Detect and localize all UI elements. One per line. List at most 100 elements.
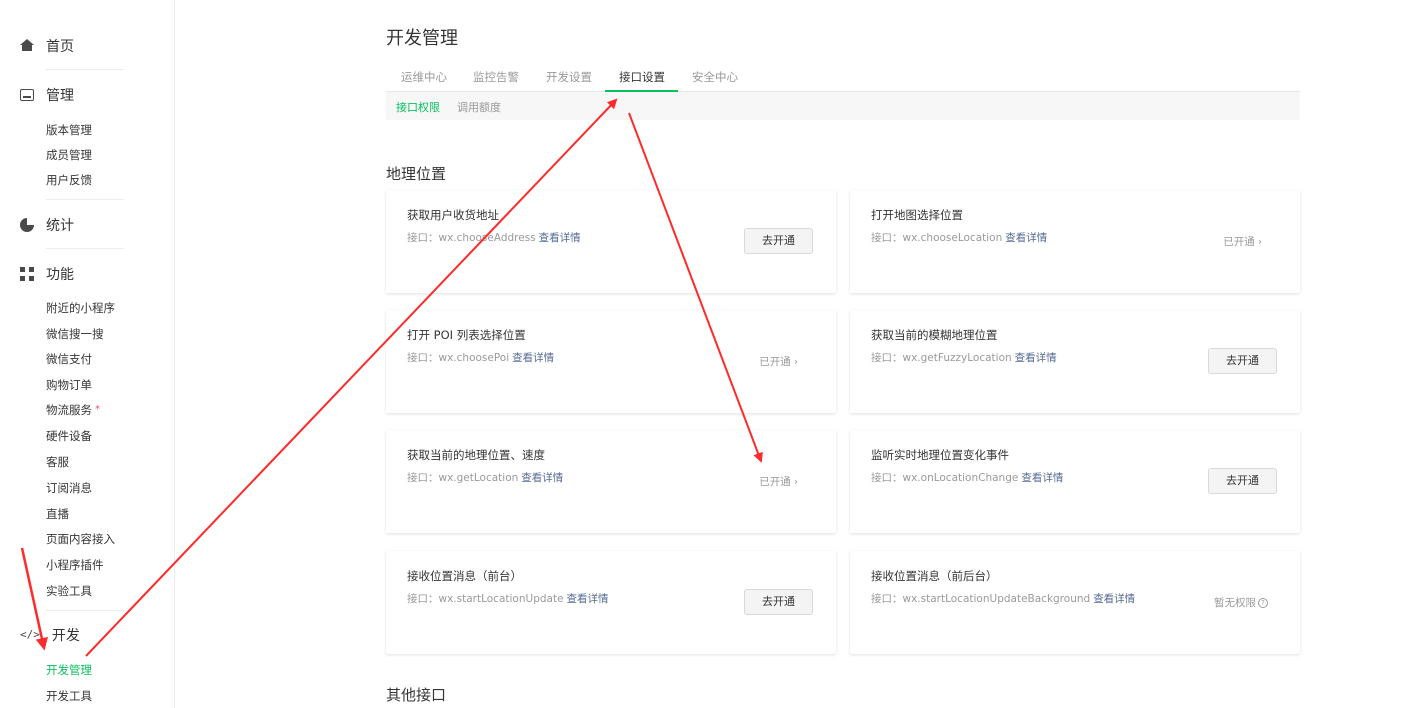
api-card-desc: 接口：wx.onLocationChange 查看详情 <box>871 470 1063 485</box>
sidebar-item-label: 管理 <box>46 88 74 104</box>
sidebar-item-version-manage[interactable]: 版本管理 <box>46 121 92 139</box>
sidebar-divider <box>46 199 124 200</box>
enable-button[interactable]: 去开通 <box>744 589 813 615</box>
api-name: wx.chooseAddress <box>438 232 536 244</box>
sidebar-group-stats[interactable]: 统计 <box>20 214 74 236</box>
tab-security-center[interactable]: 安全中心 <box>692 69 738 85</box>
api-name: wx.getLocation <box>438 472 519 484</box>
subtab-api-permission[interactable]: 接口权限 <box>396 99 440 115</box>
sidebar-item-page-content[interactable]: 页面内容接入 <box>46 530 115 548</box>
sidebar-item-live[interactable]: 直播 <box>46 505 69 523</box>
api-card-desc: 接口：wx.chooseAddress 查看详情 <box>407 230 581 245</box>
sidebar-item-dev-tools[interactable]: 开发工具 <box>46 687 92 705</box>
chevron-right-icon: › <box>1257 236 1262 248</box>
api-prefix: 接口： <box>871 593 903 605</box>
tab-api-settings[interactable]: 接口设置 <box>619 69 665 85</box>
subtab-call-quota[interactable]: 调用额度 <box>457 99 501 115</box>
sidebar-item-user-feedback[interactable]: 用户反馈 <box>46 171 92 189</box>
api-card-desc: 接口：wx.getLocation 查看详情 <box>407 470 563 485</box>
sidebar-item-wechat-pay[interactable]: 微信支付 <box>46 350 92 368</box>
api-prefix: 接口： <box>407 232 439 244</box>
sidebar-group-manage[interactable]: 管理 <box>20 84 74 106</box>
enabled-status[interactable]: 已开通 › <box>1223 234 1262 249</box>
api-card-title: 获取当前的模糊地理位置 <box>871 328 998 342</box>
api-card-title: 打开地图选择位置 <box>871 208 963 222</box>
api-prefix: 接口： <box>871 352 903 364</box>
api-prefix: 接口： <box>407 593 439 605</box>
api-card-desc: 接口：wx.chooseLocation 查看详情 <box>871 230 1047 245</box>
sidebar-item-plugins[interactable]: 小程序插件 <box>46 556 104 574</box>
no-permission-status[interactable]: 暂无权限? <box>1214 595 1268 610</box>
api-name: wx.onLocationChange <box>902 472 1019 484</box>
sidebar-item-subscribe-message[interactable]: 订阅消息 <box>46 479 92 497</box>
sidebar: 首页 管理 版本管理 成员管理 用户反馈 统计 功能 附近的小程序 微信搜一搜 … <box>0 0 175 708</box>
new-badge: * <box>95 404 100 415</box>
sidebar-divider <box>46 248 124 249</box>
page-title: 开发管理 <box>386 28 458 49</box>
sidebar-item-label: 功能 <box>46 267 74 283</box>
sidebar-item-shopping-orders[interactable]: 购物订单 <box>46 376 92 394</box>
view-details-link[interactable]: 查看详情 <box>1021 472 1063 484</box>
api-card-desc: 接口：wx.startLocationUpdateBackground 查看详情 <box>871 591 1135 606</box>
sidebar-item-member-manage[interactable]: 成员管理 <box>46 146 92 164</box>
view-details-link[interactable]: 查看详情 <box>1005 232 1047 244</box>
sidebar-item-wechat-search[interactable]: 微信搜一搜 <box>46 325 104 343</box>
view-details-link[interactable]: 查看详情 <box>539 232 581 244</box>
api-name: wx.startLocationUpdate <box>438 593 564 605</box>
grid-icon <box>20 267 34 281</box>
api-name: wx.startLocationUpdateBackground <box>902 593 1091 605</box>
status-label: 暂无权限 <box>1214 597 1256 609</box>
enable-button[interactable]: 去开通 <box>744 228 813 254</box>
sidebar-item-dev-manage[interactable]: 开发管理 <box>46 661 92 679</box>
section-title-location: 地理位置 <box>386 165 447 183</box>
enable-button[interactable]: 去开通 <box>1208 468 1277 494</box>
chevron-right-icon: › <box>793 476 798 488</box>
sidebar-item-customer-service[interactable]: 客服 <box>46 453 69 471</box>
sidebar-group-dev[interactable]: </> 开发 <box>20 624 80 646</box>
view-details-link[interactable]: 查看详情 <box>1093 593 1135 605</box>
sidebar-item-home[interactable]: 首页 <box>20 35 74 57</box>
view-details-link[interactable]: 查看详情 <box>567 593 609 605</box>
api-card-start-location-update-background: 接收位置消息（前后台） 接口：wx.startLocationUpdateBac… <box>850 551 1300 654</box>
status-label: 已开通 <box>759 476 791 488</box>
api-prefix: 接口： <box>871 232 903 244</box>
sidebar-group-features[interactable]: 功能 <box>20 263 74 285</box>
status-label: 已开通 <box>1223 236 1255 248</box>
api-name: wx.getFuzzyLocation <box>902 352 1012 364</box>
status-label: 已开通 <box>759 356 791 368</box>
sidebar-divider <box>46 69 124 70</box>
subtab-bar: 接口权限 调用额度 <box>386 92 1300 120</box>
sidebar-item-hardware[interactable]: 硬件设备 <box>46 427 92 445</box>
home-icon <box>20 39 34 53</box>
tab-bar: 运维中心 监控告警 开发设置 接口设置 安全中心 <box>386 62 1300 92</box>
view-details-link[interactable]: 查看详情 <box>1015 352 1057 364</box>
enabled-status[interactable]: 已开通 › <box>759 474 798 489</box>
sidebar-item-logistics[interactable]: 物流服务 * <box>46 401 100 419</box>
tab-monitor-alert[interactable]: 监控告警 <box>473 69 519 85</box>
api-name: wx.chooseLocation <box>902 232 1003 244</box>
sidebar-item-label: 首页 <box>46 39 74 55</box>
api-card-get-fuzzy-location: 获取当前的模糊地理位置 接口：wx.getFuzzyLocation 查看详情 去… <box>850 310 1300 413</box>
view-details-link[interactable]: 查看详情 <box>521 472 563 484</box>
tab-ops-center[interactable]: 运维中心 <box>401 69 447 85</box>
sidebar-item-lab-tools[interactable]: 实验工具 <box>46 582 92 600</box>
api-card-title: 获取用户收货地址 <box>407 208 499 222</box>
chevron-right-icon: › <box>793 356 798 368</box>
api-card-title: 接收位置消息（前后台） <box>871 569 998 583</box>
api-card-title: 接收位置消息（前台） <box>407 569 522 583</box>
sidebar-item-label: 开发 <box>51 628 80 644</box>
enabled-status[interactable]: 已开通 › <box>759 354 798 369</box>
view-details-link[interactable]: 查看详情 <box>512 352 554 364</box>
sidebar-item-nearby-miniprogram[interactable]: 附近的小程序 <box>46 299 115 317</box>
inbox-icon <box>20 89 34 101</box>
api-prefix: 接口： <box>871 472 903 484</box>
api-card-choose-poi: 打开 POI 列表选择位置 接口：wx.choosePoi 查看详情 已开通 › <box>386 310 836 413</box>
enable-button[interactable]: 去开通 <box>1208 348 1277 374</box>
api-name: wx.choosePoi <box>438 352 510 364</box>
pie-chart-icon <box>20 218 34 232</box>
api-card-choose-location: 打开地图选择位置 接口：wx.chooseLocation 查看详情 已开通 › <box>850 190 1300 293</box>
api-card-title: 打开 POI 列表选择位置 <box>407 328 526 342</box>
api-card-on-location-change: 监听实时地理位置变化事件 接口：wx.onLocationChange 查看详情 … <box>850 430 1300 533</box>
tab-dev-settings[interactable]: 开发设置 <box>546 69 592 85</box>
api-card-desc: 接口：wx.choosePoi 查看详情 <box>407 350 554 365</box>
